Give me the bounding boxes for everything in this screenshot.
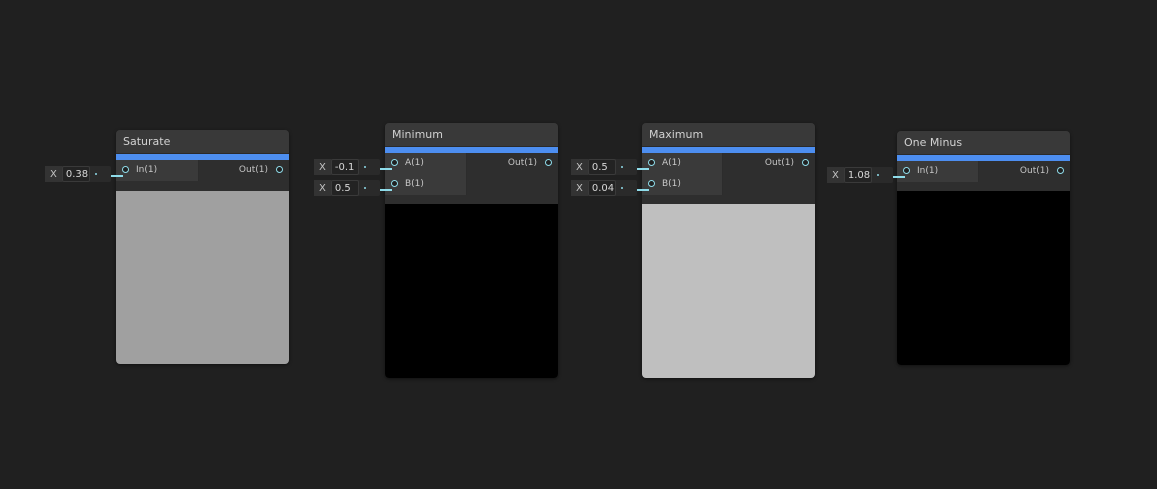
node-preview: [116, 191, 289, 364]
output-port-out[interactable]: Out(1): [723, 153, 815, 174]
field-wire: [637, 189, 649, 191]
output-port-dot-icon[interactable]: [802, 159, 809, 166]
field-value-input[interactable]: -0.1: [330, 159, 360, 175]
field-value-input[interactable]: 0.5: [330, 180, 360, 196]
input-port-a[interactable]: A(1): [642, 153, 722, 174]
field-wire: [893, 176, 905, 178]
output-port-label: Out(1): [1019, 166, 1049, 176]
input-field-b[interactable]: X 0.04: [571, 180, 637, 196]
node-preview: [897, 191, 1070, 365]
field-value-input[interactable]: 1.08: [843, 167, 873, 183]
field-value-input[interactable]: 0.5: [587, 159, 617, 175]
field-axis-label: X: [314, 159, 331, 175]
input-port-in[interactable]: In(1): [897, 161, 978, 182]
node-maximum[interactable]: Maximum A(1) B(1) Out(1): [642, 123, 815, 378]
input-port-dot-icon[interactable]: [391, 159, 398, 166]
node-title[interactable]: One Minus: [897, 131, 1070, 155]
input-port-label: B(1): [405, 179, 424, 189]
field-value-input[interactable]: 0.38: [61, 166, 91, 182]
field-connector: [359, 180, 380, 196]
field-wire: [380, 168, 392, 170]
output-port-label: Out(1): [238, 165, 268, 175]
input-port-label: In(1): [136, 165, 158, 175]
output-port-label: Out(1): [764, 158, 794, 168]
input-port-a[interactable]: A(1): [385, 153, 466, 174]
input-field-in[interactable]: X 0.38: [45, 166, 111, 182]
input-port-dot-icon[interactable]: [122, 166, 129, 173]
field-value-input[interactable]: 0.04: [587, 180, 617, 196]
node-minimum[interactable]: Minimum A(1) B(1) Out(1): [385, 123, 558, 378]
input-port-dot-icon[interactable]: [648, 180, 655, 187]
field-axis-label: X: [571, 159, 588, 175]
field-connector: [359, 159, 380, 175]
output-port-label: Out(1): [507, 158, 537, 168]
field-connector: [90, 166, 111, 182]
input-port-dot-icon[interactable]: [903, 167, 910, 174]
node-preview: [385, 204, 558, 378]
input-field-a[interactable]: X -0.1: [314, 159, 380, 175]
input-port-b[interactable]: B(1): [385, 174, 466, 195]
node-preview: [642, 204, 815, 378]
field-axis-label: X: [571, 180, 588, 196]
input-port-label: In(1): [917, 166, 939, 176]
input-port-in[interactable]: In(1): [116, 160, 198, 181]
output-port-dot-icon[interactable]: [545, 159, 552, 166]
input-field-a[interactable]: X 0.5: [571, 159, 637, 175]
output-port-out[interactable]: Out(1): [199, 160, 289, 181]
output-port-dot-icon[interactable]: [1057, 167, 1064, 174]
field-connector: [616, 180, 637, 196]
field-axis-label: X: [827, 167, 844, 183]
output-port-out[interactable]: Out(1): [467, 153, 558, 174]
input-port-b[interactable]: B(1): [642, 174, 722, 195]
field-wire: [380, 189, 392, 191]
node-saturate[interactable]: Saturate In(1) Out(1): [116, 130, 289, 364]
field-wire: [111, 175, 123, 177]
node-title[interactable]: Minimum: [385, 123, 558, 147]
input-port-label: A(1): [405, 158, 424, 168]
output-port-dot-icon[interactable]: [276, 166, 283, 173]
field-axis-label: X: [314, 180, 331, 196]
node-title[interactable]: Saturate: [116, 130, 289, 154]
node-title[interactable]: Maximum: [642, 123, 815, 147]
node-one-minus[interactable]: One Minus In(1) Out(1): [897, 131, 1070, 365]
field-connector: [872, 167, 893, 183]
input-field-b[interactable]: X 0.5: [314, 180, 380, 196]
field-wire: [637, 168, 649, 170]
input-field-in[interactable]: X 1.08: [827, 167, 893, 183]
input-port-dot-icon[interactable]: [391, 180, 398, 187]
input-port-label: A(1): [662, 158, 681, 168]
input-port-dot-icon[interactable]: [648, 159, 655, 166]
field-connector: [616, 159, 637, 175]
field-axis-label: X: [45, 166, 62, 182]
output-port-out[interactable]: Out(1): [979, 161, 1070, 182]
input-port-label: B(1): [662, 179, 681, 189]
